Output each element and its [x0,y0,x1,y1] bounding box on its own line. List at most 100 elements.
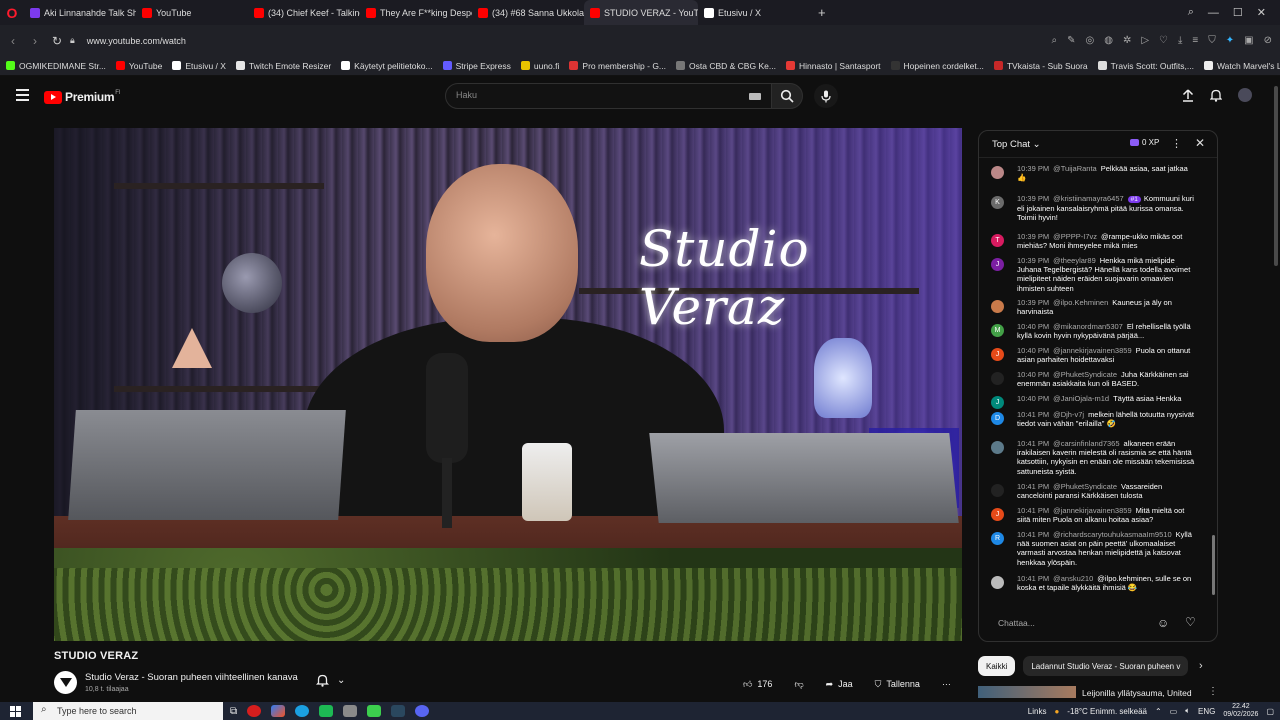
clock[interactable]: 22.42 09/02/2026 [1223,703,1258,719]
chat-author-avatar[interactable]: D [991,412,1004,425]
back-icon[interactable]: ‹ [2,34,24,48]
weather-text[interactable]: -18°C Enimm. selkeää [1067,707,1147,716]
heart-reaction-icon[interactable]: ♡ [1185,615,1196,629]
chat-author-avatar[interactable] [991,576,1004,589]
chat-author-avatar[interactable]: J [991,396,1004,409]
close-chat-icon[interactable]: ✕ [1195,136,1205,150]
bookmark-item[interactable]: Hopeinen cordelket... [890,61,984,71]
chat-author-avatar[interactable]: J [991,258,1004,271]
like-button[interactable]: 👍︎ 176 [735,673,780,695]
url-field[interactable]: www.youtube.com/watch [87,36,186,46]
video-player[interactable]: Studio Veraz [54,128,962,641]
chat-author-avatar[interactable] [991,372,1004,385]
chat-author[interactable]: @mikanordman5307 [1053,322,1123,331]
wallet-icon[interactable]: ⛉ [1208,35,1216,46]
taskbar-search-input[interactable] [57,706,207,716]
language-indicator[interactable]: ENG [1198,707,1215,716]
share-button[interactable]: ➦ Jaa [818,673,861,695]
save-button[interactable]: ⛉ Tallenna [867,673,928,695]
zoom-icon[interactable]: ⌕ [1051,35,1057,46]
related-video-title[interactable]: Leijonilla yllätysauma, United [1082,688,1192,698]
subscription-bell-button[interactable]: ⌄ [316,674,345,687]
keyboard-icon[interactable] [749,93,761,100]
extensions-icon[interactable]: ✲ [1123,35,1131,46]
opera-app-icon[interactable] [247,705,262,717]
tray-chevron-icon[interactable]: ⌃ [1155,707,1162,716]
media-app-icon[interactable] [367,705,382,717]
heart-icon[interactable]: ♡ [1159,35,1168,46]
bookmark-item[interactable]: Watch Marvel's Luk... [1203,61,1280,71]
youtube-premium-logo[interactable]: Premium FI [44,90,121,104]
chat-author[interactable]: @PhuketSyndicate [1053,482,1117,491]
notifications-bell-icon[interactable] [1210,89,1222,102]
task-view-icon[interactable]: ⧉ [230,706,237,717]
volume-icon[interactable]: 🔈︎ [1185,706,1190,716]
browser-tab[interactable]: Etusivu / X [698,0,810,25]
minimize-icon[interactable]: — [1208,7,1219,19]
browser-tab[interactable]: (34) #68 Sanna Ukkola - Y [472,0,584,25]
aria-icon[interactable]: ✦ [1226,35,1234,46]
reload-icon[interactable]: ↻ [46,34,68,48]
bookmark-item[interactable]: Pro membership - G... [569,61,666,71]
bookmark-item[interactable]: Etusivu / X [172,61,226,71]
edge-app-icon[interactable] [295,705,310,717]
chat-author-avatar[interactable]: T [991,234,1004,247]
cube-icon[interactable]: ▣ [1244,35,1253,46]
account-avatar[interactable] [1238,88,1252,102]
edit-icon[interactable]: ✎ [1067,35,1075,46]
search-tabs-icon[interactable]: ⌕ [1188,6,1194,19]
chat-author-avatar[interactable]: J [991,508,1004,521]
bookmark-item[interactable]: OGMIKEDIMANE Str... [6,61,106,71]
spotify-app-icon[interactable] [319,705,334,717]
chat-author-avatar[interactable]: R [991,532,1004,545]
bookmark-item[interactable]: TVkaista - Sub Suora [993,61,1088,71]
vpn-icon[interactable]: ◍ [1104,35,1113,46]
chat-author[interactable]: @carsinfinland7365 [1053,439,1119,448]
chat-message-list[interactable]: 10:39 PM @TuijaRanta Pelkkää asiaa, saat j… [979,160,1211,606]
bookmark-item[interactable]: Twitch Emote Resizer [235,61,331,71]
chat-author[interactable]: @jannekirjavainen3859 [1053,506,1132,515]
chat-mode-selector[interactable]: Top Chat ⌄ [992,139,1041,150]
hamburger-menu-icon[interactable] [16,89,29,101]
close-window-icon[interactable]: ✕ [1257,6,1266,19]
chat-scrollbar[interactable] [1212,535,1215,595]
forward-icon[interactable]: › [24,34,46,48]
chip-all[interactable]: Kaikki [978,656,1016,676]
channel-name[interactable]: Studio Veraz - Suoran puheen viihteellin… [85,672,298,683]
notifications-icon[interactable]: ▢ [1266,707,1274,716]
chat-author-avatar[interactable] [991,166,1004,179]
player-icon[interactable]: ▷ [1141,35,1149,46]
shield-app-icon[interactable] [343,705,358,717]
store-app-icon[interactable] [271,705,286,717]
page-scrollbar[interactable] [1272,76,1280,702]
page-scrollbar-thumb[interactable] [1274,86,1278,266]
chat-author[interactable]: @ansku210 [1053,574,1093,583]
bookmark-item[interactable]: Osta CBD & CBG Ke... [676,61,776,71]
emoji-icon[interactable]: ☺ [1157,616,1169,630]
chat-author[interactable]: @TuijaRanta [1053,164,1097,173]
chat-author-avatar[interactable]: K [991,196,1004,209]
browser-tab[interactable]: (34) Chief Keef - Talking I [248,0,360,25]
bookmark-item[interactable]: Stripe Express [442,61,511,71]
chat-author[interactable]: @Djh-v7j [1053,410,1084,419]
network-icon[interactable]: ▭ [1170,707,1178,716]
bookmark-item[interactable]: Travis Scott: Outfits,... [1097,61,1194,71]
search-input[interactable] [456,90,736,100]
menu-icon[interactable]: ≡ [1192,35,1198,46]
browser-tab[interactable]: Aki Linnanahde Talk Show [24,0,136,25]
chat-author-avatar[interactable] [991,441,1004,454]
new-tab-button[interactable]: + [818,5,826,20]
chat-input[interactable] [998,618,1148,628]
links-toolbar[interactable]: Links [1028,707,1047,716]
chat-author[interactable]: @PPPP-I7vz [1053,232,1097,241]
browser-tab[interactable]: They Are F**king Desperat [360,0,472,25]
steam-app-icon[interactable] [391,705,406,717]
bookmark-item[interactable]: uuno.fi [520,61,559,71]
chat-author[interactable]: @ilpo.Kehminen [1053,298,1108,307]
start-button[interactable] [0,702,30,720]
chat-author[interactable]: @kristiinamayra6457 [1053,194,1124,203]
maximize-icon[interactable]: ☐ [1233,6,1243,19]
bookmark-item[interactable]: Käytetyt pelitietoko... [341,61,433,71]
chat-author[interactable]: @richardscarytouhukasmaaIm9510 [1053,530,1172,539]
browser-tab[interactable]: STUDIO VERAZ - YouT✕ [584,0,698,25]
